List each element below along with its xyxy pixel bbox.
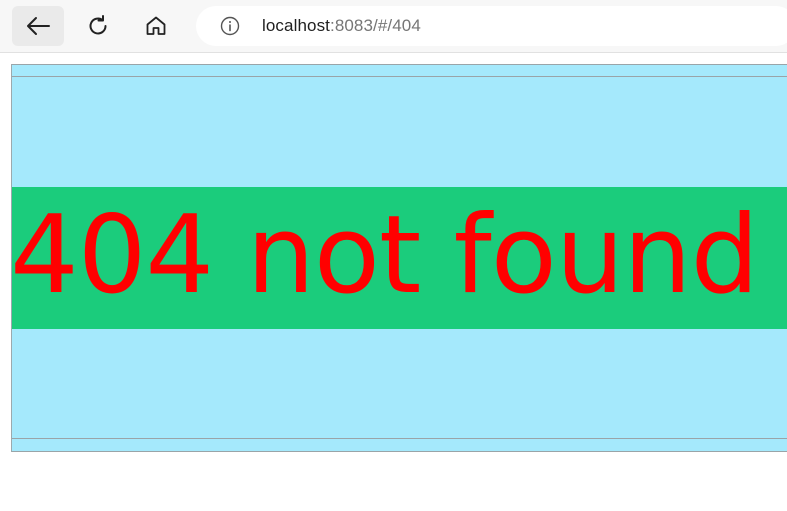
home-button[interactable] <box>130 6 182 46</box>
refresh-button[interactable] <box>72 6 124 46</box>
url-host: localhost <box>262 16 330 35</box>
error-message: 404 not found <box>12 193 759 318</box>
divider-top-inner <box>12 76 787 77</box>
info-icon[interactable] <box>220 16 240 36</box>
home-icon <box>146 16 166 35</box>
page-content: 404 not found <box>11 64 787 452</box>
address-bar[interactable]: localhost:8083/#/404 <box>196 6 787 46</box>
divider-bottom-inner <box>12 438 787 439</box>
arrow-left-icon <box>27 17 50 35</box>
url-path: :8083/#/404 <box>330 16 421 35</box>
error-banner: 404 not found <box>12 187 787 329</box>
divider-bottom-outer <box>12 451 787 452</box>
browser-toolbar: localhost:8083/#/404 <box>0 0 787 53</box>
back-button[interactable] <box>12 6 64 46</box>
divider-top-outer <box>12 64 787 65</box>
url-text[interactable]: localhost:8083/#/404 <box>262 16 421 36</box>
refresh-icon <box>89 15 107 35</box>
